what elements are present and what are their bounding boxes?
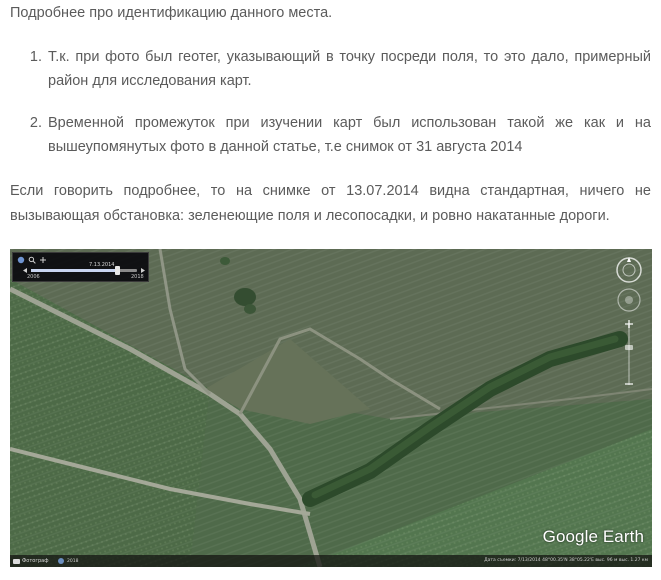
pan-icon[interactable]	[617, 288, 641, 312]
timeline-thumb[interactable]	[115, 266, 121, 275]
camera-icon	[13, 558, 20, 564]
photos-toggle[interactable]: Фотограф	[13, 558, 48, 564]
globe-small-icon	[58, 558, 64, 564]
navigation-controls[interactable]	[614, 255, 644, 390]
zoom-slider[interactable]	[625, 320, 633, 385]
globe-icon[interactable]	[17, 256, 25, 264]
year-label: 2018	[67, 558, 79, 564]
compass-icon[interactable]	[616, 257, 642, 283]
body-paragraph: Если говорить подробнее, то на снимке от…	[10, 183, 651, 224]
satellite-image[interactable]: 7.13.2014 2006 2018 Google Earth Фотогра…	[10, 249, 652, 567]
satellite-terrain	[10, 249, 652, 567]
zoom-icon[interactable]	[39, 256, 47, 264]
step-forward-icon[interactable]	[140, 267, 147, 274]
numbered-list: 1. Т.к. при фото был геотег, указывающий…	[10, 45, 651, 159]
photos-label: Фотограф	[22, 558, 49, 564]
step-back-icon[interactable]	[21, 267, 28, 274]
google-earth-logo: Google Earth	[542, 527, 644, 546]
list-number: 2.	[29, 115, 42, 131]
list-item: 1. Т.к. при фото был геотег, указывающий…	[10, 45, 651, 93]
list-number: 1.	[29, 49, 42, 65]
timeline-start: 2006	[27, 274, 40, 280]
list-item: 2. Временной промежуток при изучении кар…	[10, 111, 651, 159]
timeline-date: 7.13.2014	[89, 262, 115, 268]
status-bar: Фотограф 2018 Дата съемки: 7/13/2014 48°…	[10, 555, 652, 567]
list-item-text: Т.к. при фото был геотег, указывающий в …	[48, 49, 651, 89]
timeline-end: 2018	[131, 274, 144, 280]
search-icon[interactable]	[28, 256, 36, 264]
year-indicator: 2018	[58, 558, 78, 564]
timeline-slider[interactable]	[31, 266, 137, 275]
list-item-text: Временной промежуток при изучении карт б…	[48, 115, 651, 155]
timeline-fill	[31, 269, 118, 272]
intro-text: Подробнее про идентификацию данного мест…	[10, 5, 333, 21]
image-info: Дата съемки: 7/13/2014 48°00.35'N 38°05.…	[484, 558, 648, 563]
timeline-panel: 7.13.2014 2006 2018	[12, 252, 149, 282]
